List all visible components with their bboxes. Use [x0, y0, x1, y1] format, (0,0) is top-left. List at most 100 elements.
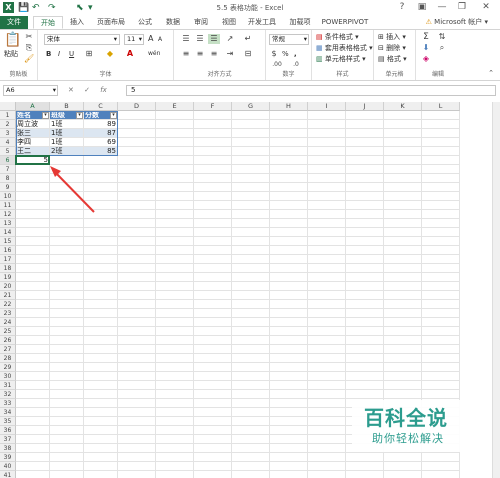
row-header[interactable]: 1: [0, 111, 16, 120]
cancel-icon[interactable]: ✕: [68, 86, 74, 94]
fill-color-icon[interactable]: ◆: [104, 49, 116, 59]
sheet-cell[interactable]: [84, 156, 118, 165]
sheet-cell[interactable]: [156, 462, 194, 471]
sheet-cell[interactable]: [16, 237, 50, 246]
sheet-cell[interactable]: [50, 381, 84, 390]
sheet-cell[interactable]: [346, 318, 384, 327]
sheet-cell[interactable]: [118, 246, 156, 255]
sheet-cell[interactable]: [384, 219, 422, 228]
sheet-cell[interactable]: [346, 345, 384, 354]
sheet-cell[interactable]: [16, 174, 50, 183]
sheet-cell[interactable]: [194, 300, 232, 309]
sheet-cell[interactable]: [16, 192, 50, 201]
sheet-cell[interactable]: [270, 453, 308, 462]
sheet-cell[interactable]: [384, 264, 422, 273]
sheet-cell[interactable]: [422, 300, 460, 309]
vertical-scrollbar[interactable]: [492, 102, 500, 478]
sheet-cell[interactable]: [384, 318, 422, 327]
sheet-cell[interactable]: [308, 174, 346, 183]
sheet-cell[interactable]: [308, 309, 346, 318]
row-header[interactable]: 18: [0, 264, 16, 273]
sheet-cell[interactable]: [384, 372, 422, 381]
sheet-cell[interactable]: [194, 444, 232, 453]
font-color-icon[interactable]: A: [124, 49, 136, 59]
sheet-cell[interactable]: [384, 453, 422, 462]
sheet-cell[interactable]: [384, 147, 422, 156]
sheet-cell[interactable]: [194, 417, 232, 426]
merge-center-icon[interactable]: ⊟: [242, 49, 254, 59]
sheet-cell[interactable]: [270, 264, 308, 273]
row-header[interactable]: 15: [0, 237, 16, 246]
sheet-cell[interactable]: [270, 183, 308, 192]
sheet-cell[interactable]: [308, 210, 346, 219]
sheet-cell[interactable]: [194, 129, 232, 138]
sheet-cell[interactable]: [50, 228, 84, 237]
paste-icon[interactable]: 📋: [4, 32, 21, 48]
sheet-cell[interactable]: [50, 336, 84, 345]
sheet-cell[interactable]: [308, 264, 346, 273]
sheet-cell[interactable]: [384, 282, 422, 291]
sheet-cell[interactable]: [384, 336, 422, 345]
sheet-cell[interactable]: [270, 210, 308, 219]
sheet-cell[interactable]: [308, 246, 346, 255]
sheet-cell[interactable]: [16, 300, 50, 309]
sheet-cell[interactable]: [232, 309, 270, 318]
sheet-cell[interactable]: [232, 426, 270, 435]
row-header[interactable]: 30: [0, 372, 16, 381]
sheet-cell[interactable]: [16, 183, 50, 192]
sheet-cell[interactable]: [270, 471, 308, 478]
sheet-cell[interactable]: [308, 462, 346, 471]
sheet-cell[interactable]: [346, 156, 384, 165]
sheet-cell[interactable]: [270, 300, 308, 309]
sheet-cell[interactable]: [422, 165, 460, 174]
sheet-cell[interactable]: [156, 390, 194, 399]
sheet-cell[interactable]: [156, 426, 194, 435]
sheet-cell[interactable]: [346, 246, 384, 255]
sheet-cell[interactable]: [156, 183, 194, 192]
sheet-cell[interactable]: [118, 201, 156, 210]
sheet-cell[interactable]: [84, 426, 118, 435]
sheet-cell[interactable]: [232, 417, 270, 426]
row-header[interactable]: 39: [0, 453, 16, 462]
sheet-cell[interactable]: [270, 462, 308, 471]
sheet-cell[interactable]: [194, 471, 232, 478]
sheet-cell[interactable]: [16, 444, 50, 453]
sheet-cell[interactable]: [232, 318, 270, 327]
sheet-cell[interactable]: [156, 264, 194, 273]
sheet-cell[interactable]: [156, 336, 194, 345]
percent-button[interactable]: %: [282, 49, 289, 59]
sheet-cell[interactable]: [270, 165, 308, 174]
sheet-cell[interactable]: [194, 138, 232, 147]
sheet-cell[interactable]: [194, 237, 232, 246]
sheet-cell[interactable]: [16, 291, 50, 300]
sheet-cell[interactable]: [84, 435, 118, 444]
sheet-cell[interactable]: [270, 345, 308, 354]
sheet-cell[interactable]: [118, 471, 156, 478]
format-cells-button[interactable]: ▤ 格式 ▾: [378, 54, 407, 64]
sheet-cell[interactable]: [308, 426, 346, 435]
row-header[interactable]: 20: [0, 282, 16, 291]
sheet-cell[interactable]: [156, 192, 194, 201]
sheet-cell[interactable]: [50, 462, 84, 471]
sheet-cell[interactable]: [346, 183, 384, 192]
sheet-cell[interactable]: [194, 228, 232, 237]
sheet-cell[interactable]: [84, 264, 118, 273]
sheet-cell[interactable]: [156, 453, 194, 462]
sheet-cell[interactable]: [308, 471, 346, 478]
sheet-cell[interactable]: [118, 291, 156, 300]
sheet-cell[interactable]: [156, 129, 194, 138]
sheet-cell[interactable]: [84, 345, 118, 354]
sheet-cell[interactable]: [422, 372, 460, 381]
sheet-cell[interactable]: [384, 363, 422, 372]
sheet-cell[interactable]: [346, 201, 384, 210]
sheet-cell[interactable]: [194, 183, 232, 192]
column-header[interactable]: J: [346, 102, 384, 111]
sheet-cell[interactable]: [232, 255, 270, 264]
sheet-cell[interactable]: [194, 462, 232, 471]
sheet-cell[interactable]: [232, 273, 270, 282]
sheet-cell[interactable]: [118, 426, 156, 435]
sheet-cell[interactable]: [118, 453, 156, 462]
sheet-cell[interactable]: [16, 219, 50, 228]
sheet-cell[interactable]: [194, 372, 232, 381]
sheet-cell[interactable]: [308, 327, 346, 336]
